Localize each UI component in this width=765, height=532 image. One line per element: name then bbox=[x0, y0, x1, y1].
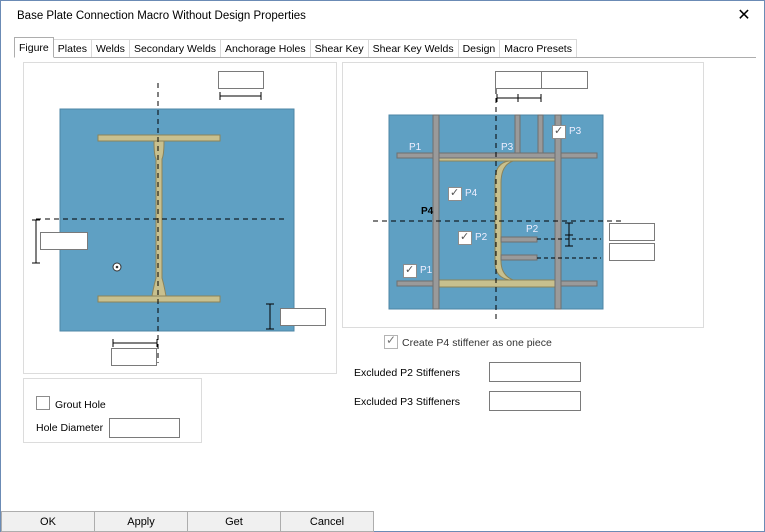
p4-axis-label: P4 bbox=[421, 206, 434, 217]
stiffener-figure bbox=[373, 89, 625, 321]
top-right-dimension-field[interactable] bbox=[541, 71, 588, 89]
tab-secondary-welds[interactable]: Secondary Welds bbox=[128, 39, 222, 58]
ok-button[interactable]: OK bbox=[1, 511, 95, 532]
p4-checkbox[interactable]: ✓ bbox=[448, 187, 462, 201]
tab-macro-presets[interactable]: Macro Presets bbox=[499, 39, 577, 58]
close-icon[interactable]: ✕ bbox=[734, 6, 754, 26]
create-p4-label: Create P4 stiffener as one piece bbox=[402, 337, 552, 349]
tab-divider bbox=[14, 57, 756, 58]
tab-shear-key[interactable]: Shear Key bbox=[309, 39, 369, 58]
grout-hole-checkbox[interactable] bbox=[36, 396, 50, 410]
checkmark-icon: ✓ bbox=[450, 187, 460, 199]
p3-checkbox-label: P3 bbox=[569, 126, 582, 137]
checkmark-icon: ✓ bbox=[386, 333, 397, 347]
left-dimension-field[interactable] bbox=[40, 232, 88, 250]
hole-diameter-label: Hole Diameter bbox=[36, 422, 104, 434]
excluded-p2-label: Excluded P2 Stiffeners bbox=[354, 367, 461, 379]
column-plan-figure bbox=[32, 83, 295, 363]
tab-strip: Figure Plates Welds Secondary Welds Anch… bbox=[14, 37, 577, 58]
left-figure-panel bbox=[23, 62, 337, 374]
right-figure-panel: P1 P3 P2 P4 ✓ P3 ✓ P4 ✓ P2 ✓ P1 bbox=[342, 62, 704, 328]
get-button[interactable]: Get bbox=[187, 511, 281, 532]
tab-design[interactable]: Design bbox=[457, 39, 501, 58]
p3-label: P3 bbox=[501, 142, 514, 153]
hole-diameter-field[interactable] bbox=[109, 418, 180, 438]
p1-label: P1 bbox=[409, 142, 422, 153]
grout-hole-label: Grout Hole bbox=[55, 399, 106, 411]
title-bar: Base Plate Connection Macro Without Desi… bbox=[1, 1, 764, 31]
right-upper-dimension-field[interactable] bbox=[609, 223, 655, 241]
tab-welds[interactable]: Welds bbox=[90, 39, 130, 58]
excluded-p3-field[interactable] bbox=[489, 391, 581, 411]
cancel-button[interactable]: Cancel bbox=[280, 511, 374, 532]
bottom-dimension-field[interactable] bbox=[111, 348, 157, 366]
p3-checkbox[interactable]: ✓ bbox=[552, 125, 566, 139]
p1-checkbox[interactable]: ✓ bbox=[403, 264, 417, 278]
apply-button[interactable]: Apply bbox=[94, 511, 188, 532]
checkmark-icon: ✓ bbox=[554, 125, 564, 137]
create-p4-checkbox[interactable]: ✓ bbox=[384, 333, 398, 349]
bottom-right-dimension-field[interactable] bbox=[280, 308, 326, 326]
tab-anchorage-holes[interactable]: Anchorage Holes bbox=[220, 39, 311, 58]
checkmark-icon: ✓ bbox=[460, 231, 470, 243]
p1-checkbox-label: P1 bbox=[420, 265, 433, 276]
tab-shear-key-welds[interactable]: Shear Key Welds bbox=[367, 39, 459, 58]
dialog-window: Base Plate Connection Macro Without Desi… bbox=[0, 0, 765, 532]
tab-figure[interactable]: Figure bbox=[14, 37, 54, 58]
tab-plates[interactable]: Plates bbox=[52, 39, 92, 58]
excluded-p2-field[interactable] bbox=[489, 362, 581, 382]
p2-checkbox[interactable]: ✓ bbox=[458, 231, 472, 245]
right-lower-dimension-field[interactable] bbox=[609, 243, 655, 261]
excluded-p3-label: Excluded P3 Stiffeners bbox=[354, 396, 461, 408]
button-bar: OK Apply Get Cancel bbox=[1, 511, 374, 532]
p4-checkbox-label: P4 bbox=[465, 188, 478, 199]
p2-label: P2 bbox=[526, 224, 539, 235]
top-left-dimension-field[interactable] bbox=[495, 71, 542, 89]
top-dimension-field[interactable] bbox=[218, 71, 264, 89]
p2-checkbox-label: P2 bbox=[475, 232, 488, 243]
window-title: Base Plate Connection Macro Without Desi… bbox=[17, 10, 306, 22]
checkmark-icon: ✓ bbox=[405, 264, 415, 276]
grout-hole-group: Grout Hole Hole Diameter bbox=[23, 378, 202, 443]
